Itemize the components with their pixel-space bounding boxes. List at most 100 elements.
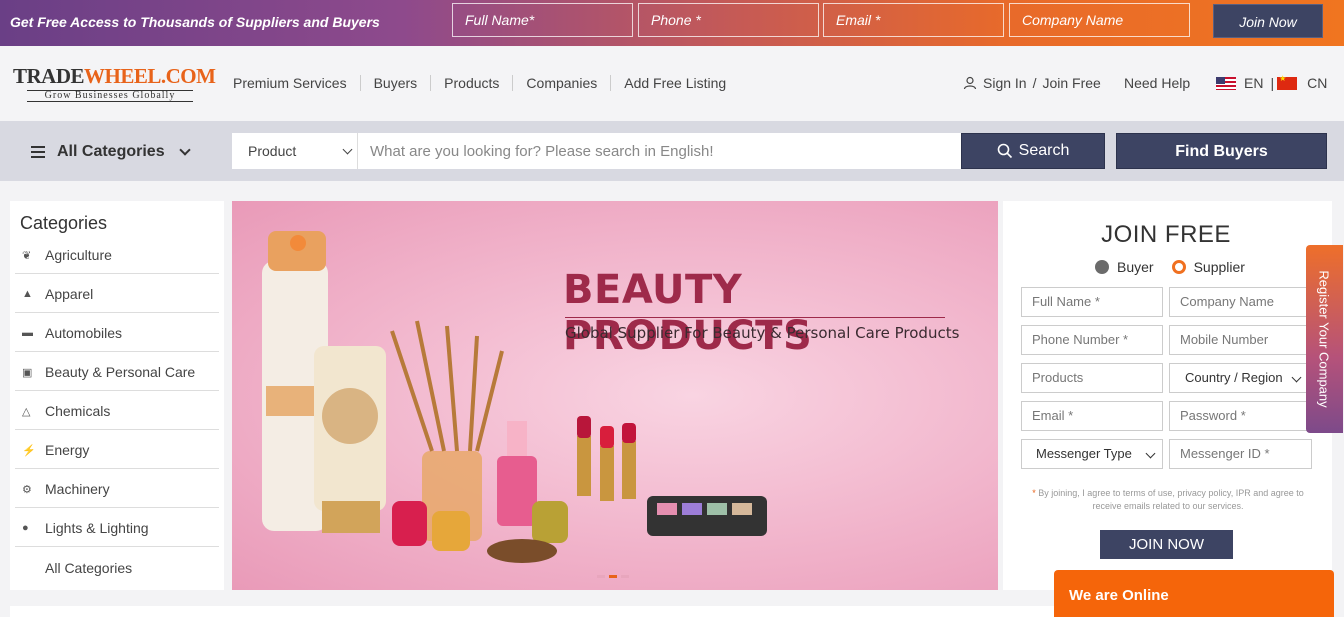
category-all[interactable]: All Categories	[15, 547, 219, 586]
need-help-link[interactable]: Need Help	[1124, 75, 1190, 91]
lang-cn[interactable]: CN	[1307, 75, 1327, 91]
category-apparel[interactable]: ▲ Apparel	[15, 274, 219, 313]
nav-premium-services[interactable]: Premium Services	[233, 75, 361, 91]
nav-buyers[interactable]: Buyers	[361, 75, 432, 91]
search-type-select[interactable]: Product	[232, 133, 358, 169]
main-nav: Premium Services Buyers Products Compani…	[233, 75, 739, 91]
register-company-tab[interactable]: Register Your Company	[1306, 245, 1343, 433]
category-label: Agriculture	[45, 247, 112, 263]
products-field[interactable]: Products	[1021, 363, 1163, 393]
category-label: Lights & Lighting	[45, 520, 149, 536]
gear-icon: ⚙	[22, 483, 32, 496]
search-button-label: Search	[1018, 142, 1070, 159]
mobile-field[interactable]: Mobile Number	[1169, 325, 1312, 355]
account-links: Sign In / Join Free	[963, 75, 1101, 91]
promo-bar: Get Free Access to Thousands of Supplier…	[0, 0, 1344, 46]
category-label: Automobiles	[45, 325, 123, 341]
email-field[interactable]: Email *	[1021, 401, 1163, 431]
leaf-icon: ❦	[22, 249, 32, 262]
car-icon: ▬	[22, 327, 33, 339]
flask-icon: △	[22, 405, 31, 418]
carousel-dots	[597, 575, 629, 578]
messenger-type-select[interactable]: Messenger Type	[1021, 439, 1163, 469]
radio-buyer[interactable]: Buyer	[1095, 259, 1154, 275]
sign-in-link[interactable]: Sign In	[983, 75, 1027, 91]
lang-en[interactable]: EN	[1244, 75, 1263, 91]
search-icon	[997, 143, 1012, 159]
all-categories-menu[interactable]: All Categories	[31, 143, 191, 161]
radio-unchecked-icon	[1095, 260, 1109, 274]
promo-company-input[interactable]	[1009, 3, 1190, 37]
category-agriculture[interactable]: ❦ Agriculture	[15, 235, 219, 274]
hamburger-icon	[31, 146, 45, 158]
cosmetics-icon: ▣	[22, 366, 33, 379]
logo[interactable]: TRADEWHEEL.COM Grow Businesses Globally	[13, 64, 216, 102]
search-button[interactable]: Search	[961, 133, 1105, 169]
carousel-dot[interactable]	[597, 575, 605, 578]
lang-separator: |	[1270, 75, 1275, 91]
category-label: Chemicals	[45, 403, 111, 419]
account-separator: /	[1032, 75, 1037, 91]
category-label: Beauty & Personal Care	[45, 364, 196, 380]
carousel-dot[interactable]	[621, 575, 629, 578]
banner-subtitle: Global Supplier For Beauty & Personal Ca…	[565, 324, 960, 342]
radio-buyer-label: Buyer	[1117, 259, 1154, 275]
role-radio-group: Buyer Supplier	[1095, 259, 1245, 275]
company-name-field[interactable]: Company Name	[1169, 287, 1312, 317]
nav-products[interactable]: Products	[431, 75, 514, 91]
language-switcher: EN | CN	[1216, 74, 1327, 91]
terms-body: By joining, I agree to terms of use, pri…	[1038, 488, 1304, 511]
join-now-button[interactable]: JOIN NOW	[1100, 530, 1233, 559]
find-buyers-button[interactable]: Find Buyers	[1116, 133, 1327, 169]
join-free-link[interactable]: Join Free	[1042, 75, 1100, 91]
us-flag-icon[interactable]	[1216, 76, 1236, 90]
country-select[interactable]: Country / Region	[1169, 363, 1309, 393]
search-box: Product Search	[232, 133, 1105, 169]
chevron-down-icon	[178, 144, 191, 156]
messenger-id-field[interactable]: Messenger ID *	[1169, 439, 1312, 469]
online-chat-widget[interactable]: We are Online	[1054, 570, 1334, 617]
category-energy[interactable]: ⚡ Energy	[15, 430, 219, 469]
nav-add-free-listing[interactable]: Add Free Listing	[611, 75, 739, 91]
radio-supplier-label: Supplier	[1193, 259, 1245, 275]
categories-title: Categories	[20, 213, 108, 233]
category-label: All Categories	[45, 559, 133, 576]
category-beauty[interactable]: ▣ Beauty & Personal Care	[15, 352, 219, 391]
user-icon	[963, 76, 977, 90]
promo-email-input[interactable]	[823, 3, 1004, 37]
promo-text: Get Free Access to Thousands of Supplier…	[10, 14, 380, 30]
promo-phone-input[interactable]	[638, 3, 819, 37]
logo-tagline: Grow Businesses Globally	[27, 90, 193, 102]
password-field[interactable]: Password *	[1169, 401, 1312, 431]
logo-text-left: TRADE	[13, 64, 85, 88]
bolt-icon: ⚡	[22, 444, 36, 457]
register-company-label: Register Your Company	[1316, 270, 1332, 408]
category-chemicals[interactable]: △ Chemicals	[15, 391, 219, 430]
hero-banner[interactable]: BEAUTY PRODUCTS Global Supplier For Beau…	[232, 201, 998, 590]
promo-join-now-button[interactable]: Join Now	[1213, 4, 1323, 38]
search-bar: All Categories Product Search Find Buyer…	[0, 121, 1344, 181]
category-label: Apparel	[45, 286, 94, 302]
all-categories-label: All Categories	[57, 143, 165, 160]
need-help-label: Need Help	[1124, 75, 1191, 91]
category-machinery[interactable]: ⚙ Machinery	[15, 469, 219, 508]
terms-text: * By joining, I agree to terms of use, p…	[1018, 487, 1318, 513]
full-name-field[interactable]: Full Name *	[1021, 287, 1163, 317]
radio-checked-icon	[1171, 260, 1186, 274]
radio-supplier[interactable]: Supplier	[1171, 259, 1245, 275]
join-free-title: JOIN FREE	[1101, 221, 1231, 248]
terms-asterisk: *	[1032, 488, 1036, 498]
carousel-dot-active[interactable]	[609, 575, 617, 578]
promo-full-name-input[interactable]	[452, 3, 633, 37]
categories-list: ❦ Agriculture ▲ Apparel ▬ Automobiles ▣ …	[15, 235, 219, 586]
category-lighting[interactable]: ● Lights & Lighting	[15, 508, 219, 547]
cn-flag-icon[interactable]	[1277, 74, 1298, 90]
phone-field[interactable]: Phone Number *	[1021, 325, 1163, 355]
category-label: Energy	[45, 442, 90, 458]
banner-title: BEAUTY PRODUCTS	[563, 267, 813, 359]
category-automobiles[interactable]: ▬ Automobiles	[15, 313, 219, 352]
bulb-icon: ●	[22, 522, 29, 534]
logo-text-right: WHEEL.COM	[84, 64, 216, 88]
nav-companies[interactable]: Companies	[513, 75, 612, 91]
cosmetics-illustration	[262, 231, 767, 563]
